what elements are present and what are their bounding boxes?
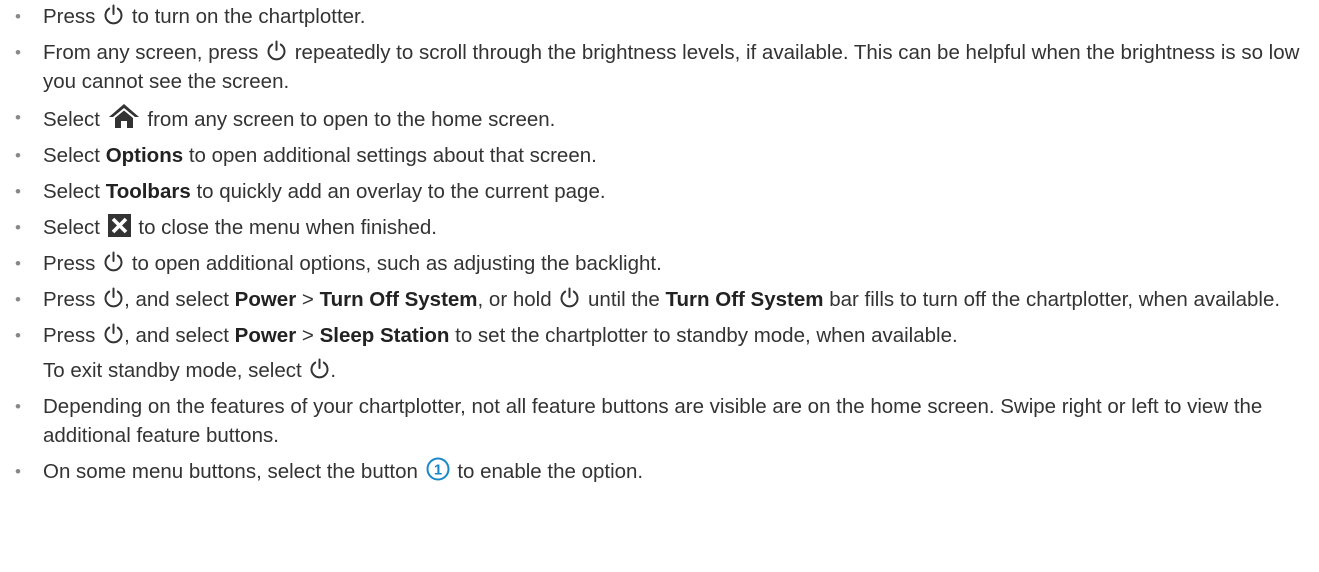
power-icon bbox=[103, 287, 124, 309]
list-item: • Select Options to open additional sett… bbox=[0, 141, 1319, 170]
bullet: • bbox=[15, 146, 21, 165]
power-icon bbox=[103, 4, 124, 26]
bullet: • bbox=[15, 254, 21, 273]
bullet: • bbox=[15, 462, 21, 481]
list-item: • On some menu buttons, select the butto… bbox=[0, 457, 1319, 486]
ui-term-toolbars: Toolbars bbox=[105, 180, 191, 203]
list-item: • From any screen, press repeatedly to s… bbox=[0, 38, 1319, 96]
sub-paragraph: To exit standby mode, select . bbox=[43, 358, 337, 382]
ui-term-power: Power bbox=[234, 288, 297, 311]
bullet: • bbox=[15, 43, 21, 62]
power-icon bbox=[266, 40, 287, 62]
list-item: • Press to turn on the chartplotter. bbox=[0, 2, 1319, 31]
bullet: • bbox=[15, 7, 21, 26]
numbered-callout-1-icon: 1 bbox=[426, 457, 450, 481]
list-item: • Press , and select Power > Sleep Stati… bbox=[0, 321, 1319, 385]
list-item: • Select from any screen to open to the … bbox=[0, 103, 1319, 134]
bullet: • bbox=[15, 108, 21, 127]
list-item: • Select to close the menu when finished… bbox=[0, 213, 1319, 242]
power-icon bbox=[103, 251, 124, 273]
svg-text:1: 1 bbox=[433, 462, 441, 479]
ui-term-sleep-station: Sleep Station bbox=[319, 324, 450, 347]
bullet: • bbox=[15, 326, 21, 345]
ui-term-power: Power bbox=[234, 324, 297, 347]
ui-term-options: Options bbox=[105, 144, 184, 167]
bullet: • bbox=[15, 182, 21, 201]
ui-term-turn-off-system: Turn Off System bbox=[665, 288, 824, 311]
power-icon bbox=[103, 323, 124, 345]
list-item: • Press to open additional options, such… bbox=[0, 249, 1319, 278]
power-icon bbox=[559, 287, 580, 309]
home-icon bbox=[108, 103, 140, 129]
instruction-list: • Press to turn on the chartplotter. • F… bbox=[0, 2, 1319, 486]
power-icon bbox=[309, 358, 330, 380]
bullet: • bbox=[15, 290, 21, 309]
bullet: • bbox=[15, 218, 21, 237]
close-x-icon bbox=[107, 214, 131, 237]
bullet: • bbox=[15, 397, 21, 416]
list-item: • Depending on the features of your char… bbox=[0, 392, 1319, 450]
list-item: • Press , and select Power > Turn Off Sy… bbox=[0, 285, 1319, 314]
list-item: • Select Toolbars to quickly add an over… bbox=[0, 177, 1319, 206]
ui-term-turn-off-system: Turn Off System bbox=[319, 288, 478, 311]
